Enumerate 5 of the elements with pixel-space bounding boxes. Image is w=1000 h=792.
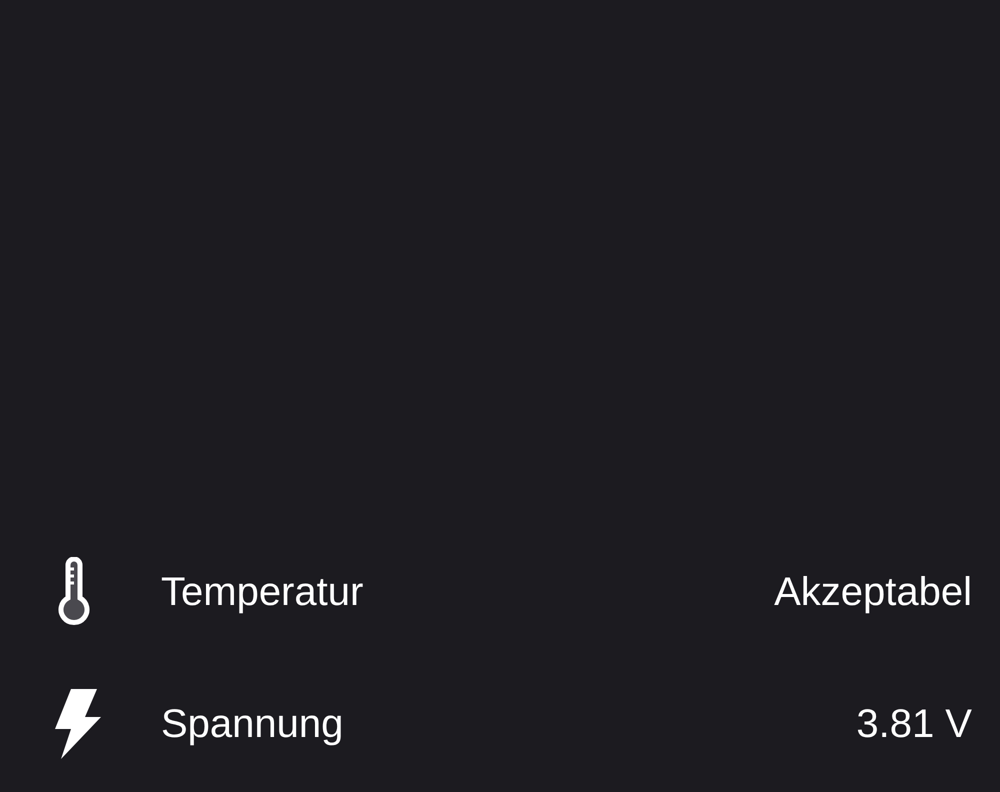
row-value: Akzeptabel [774, 570, 972, 614]
row-label: Spannung [161, 702, 344, 746]
lightning-bolt-icon [55, 689, 101, 759]
row-value: 3.81 V [856, 702, 972, 746]
row-label: Temperatur [161, 570, 364, 614]
